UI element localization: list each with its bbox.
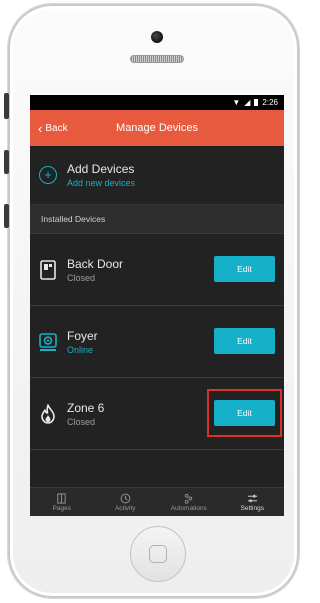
highlight-box [207,389,282,437]
tab-label: Settings [240,504,265,512]
device-row: Foyer Online Edit [30,306,284,378]
front-camera [151,31,163,43]
page-title: Manage Devices [116,122,198,134]
add-devices-row[interactable]: + Add Devices Add new devices [30,146,284,205]
wifi-icon: ▼ [232,98,241,107]
clock-icon [120,493,131,503]
device-name: Back Door [67,256,124,271]
sliders-icon [247,494,257,502]
battery-icon [254,99,259,106]
back-label: Back [45,122,68,134]
add-devices-subtitle: Add new devices [67,178,136,188]
camera-icon [39,332,57,351]
device-status: Online [67,344,94,355]
tab-settings[interactable]: Settings [221,488,285,516]
tab-label: Automations [170,504,207,512]
pages-icon [57,492,66,504]
tab-label: Activity [114,504,136,512]
home-square-icon [149,545,167,563]
tab-label: Pages [52,504,71,512]
flame-icon [41,403,55,424]
device-name: Zone 6 [67,400,105,415]
device-row: Zone 6 Closed Edit [30,378,284,450]
device-status: Closed [67,272,96,283]
earpiece-speaker [130,55,184,63]
app-screen: ▼ ◢ 2:26 ‹ Back Manage Devices + Add Dev… [30,95,284,516]
installed-devices-header: Installed Devices [30,205,284,234]
status-bar: ▼ ◢ 2:26 [30,95,284,110]
back-button[interactable]: ‹ Back [38,110,68,146]
bottom-tab-bar: Pages Activity Automations Settings [30,487,284,516]
device-name: Foyer [67,328,98,343]
plus-circle-icon: + [39,166,57,184]
volume-down-button [4,150,9,174]
signal-icon: ◢ [244,98,251,107]
volume-up-button [4,93,9,119]
tab-pages[interactable]: Pages [30,488,94,516]
door-sensor-icon [40,259,56,280]
tab-activity[interactable]: Activity [94,488,158,516]
automation-icon [185,493,193,504]
edit-button[interactable]: Edit [214,328,275,354]
home-button[interactable] [130,526,186,582]
chevron-left-icon: ‹ [38,120,43,136]
status-time: 2:26 [262,98,278,107]
device-status: Closed [67,416,96,427]
device-row: Back Door Closed Edit [30,234,284,306]
tab-automations[interactable]: Automations [157,488,221,516]
power-button [4,204,9,228]
add-devices-title: Add Devices [67,162,135,176]
edit-button[interactable]: Edit [214,256,275,282]
app-header: ‹ Back Manage Devices [30,110,284,146]
